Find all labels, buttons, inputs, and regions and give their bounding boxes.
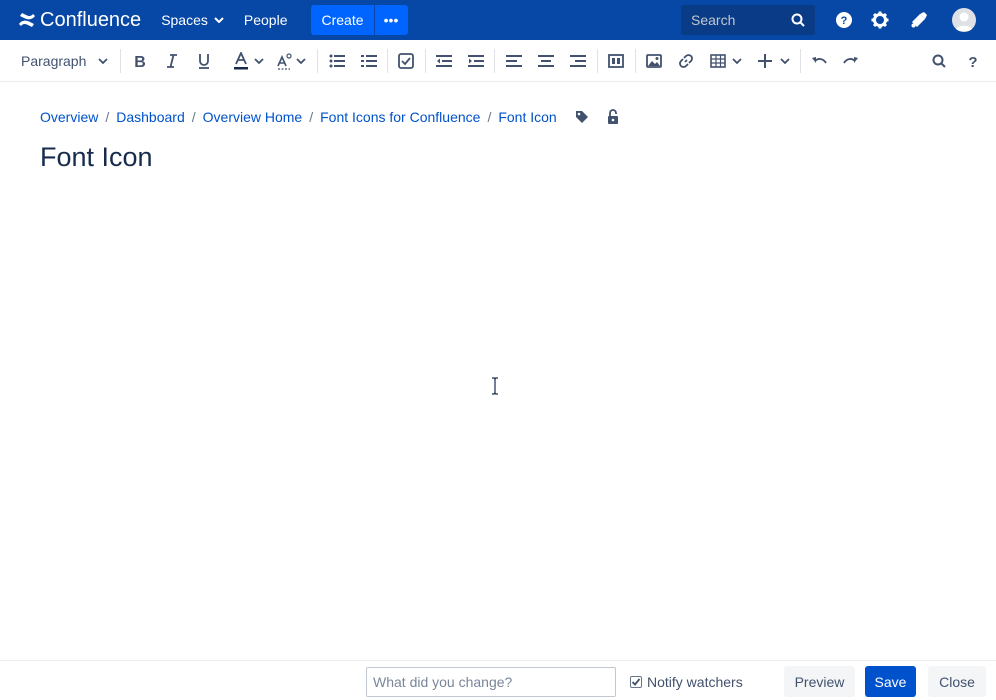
people-label: People: [243, 12, 288, 28]
app-name: Confluence: [40, 8, 142, 31]
spaces-menu[interactable]: Spaces: [161, 12, 224, 28]
indent-icon[interactable]: [467, 51, 485, 71]
breadcrumb-item-overview-home[interactable]: Overview Home: [203, 109, 303, 125]
help-icon[interactable]: ?: [834, 10, 854, 30]
notify-watchers-checkbox[interactable]: [630, 676, 642, 688]
top-navigation: Confluence Spaces People Create ••• Sear…: [0, 0, 996, 40]
italic-icon[interactable]: [163, 51, 181, 71]
align-right-icon[interactable]: [569, 51, 587, 71]
align-center-icon[interactable]: [537, 51, 555, 71]
restrictions-unlock-icon[interactable]: [606, 109, 620, 125]
toolbar-divider: [635, 49, 636, 73]
toolbar-divider: [120, 49, 121, 73]
toolbar-divider: [317, 49, 318, 73]
confluence-logo-icon: [19, 13, 35, 27]
align-left-icon[interactable]: [505, 51, 523, 71]
page-layout-icon[interactable]: [607, 51, 625, 71]
svg-text:?: ?: [968, 54, 977, 69]
chevron-down-icon[interactable]: [98, 51, 108, 71]
create-group: Create •••: [311, 5, 408, 35]
page-title[interactable]: Font Icon: [40, 142, 153, 173]
notify-watchers-label: Notify watchers: [647, 674, 743, 690]
svg-text:B: B: [134, 54, 146, 69]
user-avatar[interactable]: [952, 8, 976, 32]
save-button[interactable]: Save: [865, 666, 916, 697]
create-more-button[interactable]: •••: [373, 5, 408, 35]
search-placeholder: Search: [691, 12, 736, 28]
task-checkbox-icon[interactable]: [397, 51, 415, 71]
chevron-down-icon: [214, 17, 224, 23]
text-cursor-icon: [492, 377, 498, 395]
chevron-down-icon[interactable]: [296, 51, 306, 71]
undo-icon[interactable]: [810, 51, 828, 71]
label-tag-icon[interactable]: [575, 110, 589, 124]
link-icon[interactable]: [677, 51, 695, 71]
toolbar-divider: [597, 49, 598, 73]
chevron-down-icon[interactable]: [780, 51, 790, 71]
image-icon[interactable]: [645, 51, 663, 71]
toolbar-divider: [494, 49, 495, 73]
chevron-down-icon[interactable]: [732, 51, 742, 71]
underline-icon[interactable]: [195, 51, 213, 71]
find-replace-search-icon[interactable]: [930, 51, 948, 71]
breadcrumb-item-font-icon[interactable]: Font Icon: [498, 109, 556, 125]
svg-text:?: ?: [841, 15, 848, 27]
notify-watchers[interactable]: Notify watchers: [630, 674, 743, 690]
close-button[interactable]: Close: [928, 666, 986, 697]
toolbar-divider: [425, 49, 426, 73]
breadcrumb-separator: /: [487, 109, 492, 125]
bullet-list-icon[interactable]: [328, 51, 346, 71]
outdent-icon[interactable]: [435, 51, 453, 71]
notifications-megaphone-icon[interactable]: [909, 10, 929, 30]
search-box[interactable]: Search: [681, 5, 815, 35]
toolbar-divider: [800, 49, 801, 73]
settings-gear-icon[interactable]: [870, 10, 890, 30]
create-button[interactable]: Create: [311, 5, 374, 35]
editor-toolbar: Paragraph B ?: [0, 40, 996, 82]
numbered-list-icon[interactable]: [360, 51, 378, 71]
breadcrumb-separator: /: [105, 109, 110, 125]
breadcrumb-item-font-icons[interactable]: Font Icons for Confluence: [320, 109, 480, 125]
version-comment-input[interactable]: [366, 667, 616, 697]
editor-footer: Notify watchers Preview Save Close: [0, 660, 996, 700]
confluence-logo[interactable]: Confluence: [18, 9, 141, 32]
breadcrumb-separator: /: [309, 109, 314, 125]
paragraph-style-dropdown[interactable]: Paragraph: [21, 53, 86, 69]
text-color-icon[interactable]: [232, 51, 250, 71]
paragraph-style-label: Paragraph: [21, 53, 87, 69]
breadcrumb-item-dashboard[interactable]: Dashboard: [116, 109, 185, 125]
clear-formatting-icon[interactable]: [275, 51, 295, 71]
search-icon: [791, 13, 805, 27]
preview-button[interactable]: Preview: [784, 666, 855, 697]
keyboard-help-icon[interactable]: ?: [964, 51, 982, 71]
redo-icon[interactable]: [842, 51, 860, 71]
checkmark-icon: [631, 678, 641, 686]
breadcrumb: Overview / Dashboard / Overview Home / F…: [40, 109, 620, 125]
toolbar-divider: [387, 49, 388, 73]
insert-plus-icon[interactable]: [756, 51, 774, 71]
chevron-down-icon[interactable]: [254, 51, 264, 71]
bold-icon[interactable]: B: [131, 51, 149, 71]
breadcrumb-item-overview[interactable]: Overview: [40, 109, 98, 125]
table-icon[interactable]: [709, 51, 727, 71]
spaces-label: Spaces: [161, 12, 208, 28]
people-link[interactable]: People: [244, 12, 288, 28]
breadcrumb-separator: /: [191, 109, 196, 125]
